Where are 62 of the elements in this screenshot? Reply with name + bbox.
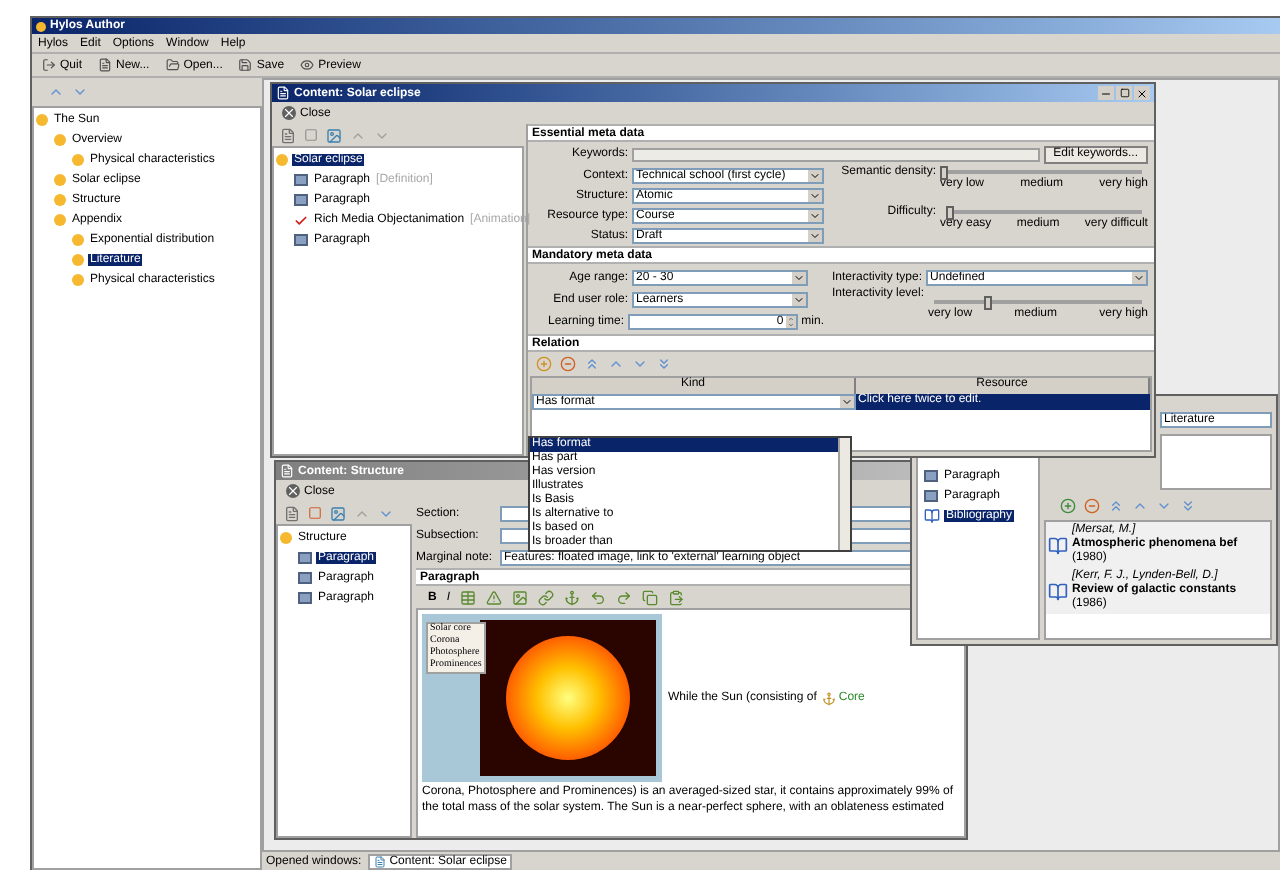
dropdown-arrow-icon: [792, 271, 806, 283]
anchor-icon: [822, 691, 837, 705]
document-icon: [280, 464, 294, 478]
book-icon: [924, 508, 940, 524]
top-arrow-icon[interactable]: [584, 356, 600, 372]
keywords-field[interactable]: [632, 147, 1040, 161]
dropdown-arrow-icon: [792, 293, 806, 305]
top-arrow-icon[interactable]: [1108, 497, 1124, 513]
copy-icon[interactable]: [642, 589, 659, 605]
slider-thumb[interactable]: [940, 165, 948, 179]
maximize-icon: [1119, 88, 1129, 98]
document-icon: [373, 855, 386, 867]
remove-icon[interactable]: [1084, 497, 1100, 513]
close-icon: [282, 106, 296, 120]
paste-icon[interactable]: [668, 589, 685, 605]
page-icon[interactable]: [308, 506, 322, 520]
eye-icon: [300, 58, 315, 72]
folder-icon: [165, 58, 180, 72]
check-icon: [294, 213, 308, 227]
exit-icon: [42, 58, 56, 72]
dropdown-arrow-icon: [808, 230, 822, 242]
add-icon[interactable]: [1060, 497, 1076, 513]
dropdown-arrow-icon: [808, 170, 822, 182]
paragraph-icon: [294, 234, 308, 246]
slider-thumb[interactable]: [983, 295, 992, 309]
document-icon: [98, 58, 113, 72]
dropdown-arrow-icon: [1132, 271, 1146, 283]
remove-icon[interactable]: [560, 356, 576, 372]
warning-icon[interactable]: [486, 589, 503, 605]
app-icon: [36, 21, 46, 31]
close-icon: [286, 484, 300, 498]
minimize-icon: [1100, 87, 1112, 99]
image-icon[interactable]: [330, 505, 346, 521]
link-icon[interactable]: [538, 589, 555, 605]
topic-icon: [280, 532, 292, 544]
topic-icon: [276, 154, 288, 166]
book-icon: [1048, 535, 1068, 555]
document-icon: [276, 86, 290, 100]
add-icon[interactable]: [536, 356, 552, 372]
table-icon[interactable]: [460, 589, 477, 605]
dropdown-arrow-icon: [808, 190, 822, 202]
minimize-button[interactable]: [1098, 86, 1114, 100]
new-item-icon[interactable]: [280, 127, 296, 143]
bottom-arrow-icon[interactable]: [656, 356, 672, 372]
redo-icon[interactable]: [616, 589, 633, 605]
page-icon[interactable]: [304, 128, 318, 142]
image-icon[interactable]: [326, 127, 342, 143]
maximize-button[interactable]: [1116, 86, 1132, 100]
new-item-icon[interactable]: [284, 505, 300, 521]
text-area[interactable]: [1160, 434, 1272, 490]
close-button[interactable]: [1134, 86, 1150, 100]
book-icon: [1048, 581, 1068, 601]
bottom-arrow-icon[interactable]: [1180, 497, 1196, 513]
paragraph-editor[interactable]: [416, 608, 966, 838]
undo-icon[interactable]: [590, 589, 607, 605]
scrollbar[interactable]: [838, 438, 850, 550]
slider-thumb[interactable]: [946, 205, 954, 219]
close-icon: [1136, 87, 1148, 99]
dropdown-arrow-icon: [808, 210, 822, 222]
dropdown-arrow-icon: [840, 396, 854, 408]
anchor-icon[interactable]: [564, 589, 581, 605]
image-icon[interactable]: [512, 589, 529, 605]
